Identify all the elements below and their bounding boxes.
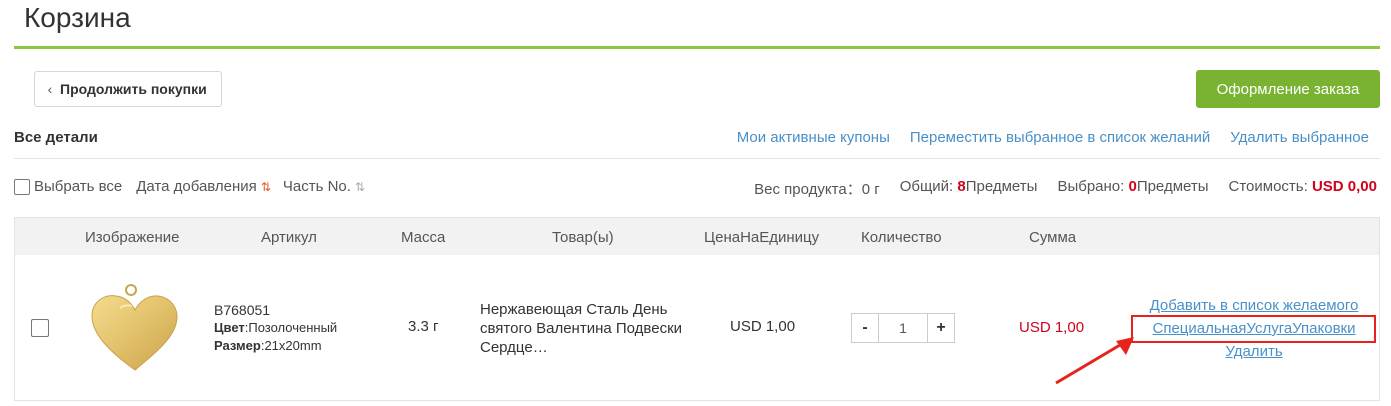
add-to-wishlist-link[interactable]: Добавить в список желаемого (1139, 294, 1369, 317)
sort-date-label: Дата добавления (136, 178, 257, 195)
select-all-label[interactable]: Выбрать все (34, 178, 122, 195)
move-to-wishlist-link[interactable]: Переместить выбранное в список желаний (910, 129, 1210, 146)
selected-items: Выбрано: 0Предметы (1057, 178, 1209, 195)
sort-by-part[interactable]: Часть No. ⇅ (283, 178, 365, 195)
annotation-highlight-box (1131, 315, 1376, 343)
unit-price: USD 1,00 (730, 318, 796, 335)
table-header: Изображение Артикул Масса Товар(ы) ЦенаН… (14, 217, 1380, 255)
header-unit-price: ЦенаНаЕдиницу (704, 229, 820, 246)
annotation-arrow (1055, 337, 1134, 385)
qty-increase-button[interactable]: + (927, 313, 955, 343)
top-links: Мои активные купоны Переместить выбранно… (737, 129, 1369, 146)
delete-selected-link[interactable]: Удалить выбранное (1230, 129, 1369, 146)
total-items: Общий: 8Предметы (899, 178, 1038, 195)
total-cost: Стоимость: USD 0,00 (1228, 178, 1377, 195)
sku-value: B768051 (214, 302, 271, 318)
cart-summary: Вес продукта：0 г Общий: 8Предметы Выбран… (754, 178, 1377, 199)
header-sku: Артикул (261, 229, 317, 246)
section-divider (14, 158, 1380, 159)
chevron-left-icon: ‹ (47, 81, 53, 97)
checkout-button[interactable]: Оформление заказа (1196, 70, 1380, 108)
sort-arrows-icon: ⇅ (354, 180, 365, 194)
qty-decrease-button[interactable]: - (851, 313, 879, 343)
row-sum: USD 1,00 (1019, 319, 1085, 336)
color-attribute: Цвет:Позолоченный (214, 320, 338, 335)
page-title: Корзина (24, 2, 131, 33)
continue-shopping-button[interactable]: ‹ Продолжить покупки (34, 71, 222, 107)
section-title: Все детали (14, 129, 98, 146)
select-all-checkbox[interactable] (14, 178, 30, 195)
qty-input[interactable]: 1 (879, 313, 927, 343)
size-attribute: Размер:21x20mm (214, 338, 322, 353)
sort-by-date[interactable]: Дата добавления ⇅ (136, 178, 271, 195)
header-product: Товар(ы) (552, 229, 614, 246)
header-quantity: Количество (861, 229, 942, 246)
weight-summary: Вес продукта：0 г (754, 181, 880, 198)
row-checkbox[interactable] (31, 319, 49, 337)
sort-toolbar: Выбрать все Дата добавления ⇅ Часть No. ⇅ (14, 178, 365, 195)
product-name-link[interactable]: Нержавеющая Сталь День святого Валентина… (480, 300, 705, 357)
remove-item-link[interactable]: Удалить (1139, 340, 1369, 363)
active-coupons-link[interactable]: Мои активные купоны (737, 129, 890, 146)
sort-arrows-icon: ⇅ (260, 180, 271, 194)
header-sum: Сумма (1029, 229, 1077, 246)
header-image: Изображение (85, 229, 180, 246)
product-thumbnail[interactable] (80, 282, 190, 382)
title-divider (14, 46, 1380, 49)
continue-shopping-label: Продолжить покупки (60, 81, 207, 97)
mass-value: 3.3 г (408, 318, 439, 335)
sku-cell: B768051 Цвет:Позолоченный Размер:21x20mm (214, 301, 337, 355)
sort-part-label: Часть No. (282, 178, 351, 195)
quantity-stepper: - 1 + (851, 313, 955, 343)
header-mass: Масса (401, 229, 446, 246)
